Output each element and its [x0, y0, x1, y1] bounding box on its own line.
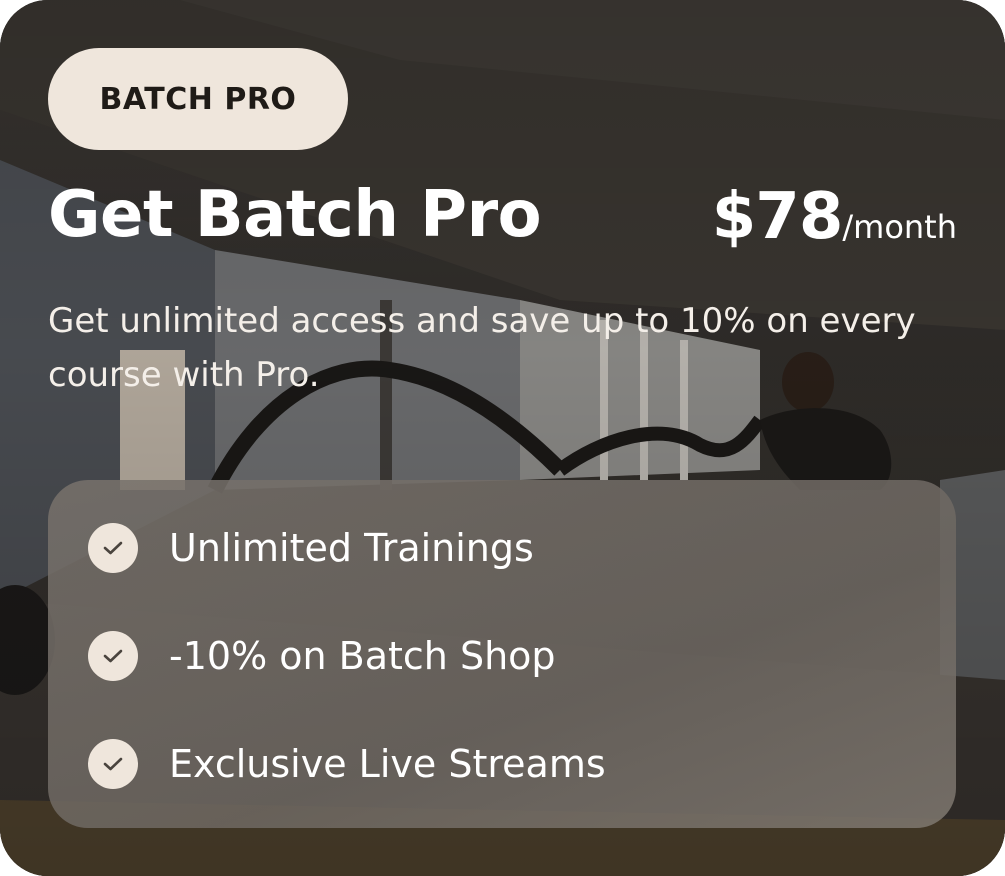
check-icon: [88, 523, 138, 573]
feature-label: -10% on Batch Shop: [169, 634, 556, 678]
check-icon: [88, 631, 138, 681]
feature-item-unlimited-trainings: Unlimited Trainings: [88, 522, 534, 574]
plan-description: Get unlimited access and save up to 10% …: [48, 301, 916, 395]
plan-badge: BATCH PRO: [48, 48, 348, 150]
pro-plan-card[interactable]: BATCH PRO Get Batch Pro $78 /month Get u…: [0, 0, 1005, 876]
feature-item-shop-discount: -10% on Batch Shop: [88, 630, 556, 682]
feature-item-live-streams: Exclusive Live Streams: [88, 738, 606, 790]
price-period: /month: [842, 208, 957, 246]
plan-title: Get Batch Pro: [48, 178, 542, 252]
plan-badge-label: BATCH PRO: [99, 81, 297, 117]
check-icon: [88, 739, 138, 789]
feature-label: Exclusive Live Streams: [169, 742, 606, 786]
price-amount: $78: [711, 180, 844, 254]
features-panel: Unlimited Trainings -10% on Batch Shop E…: [48, 480, 956, 828]
plan-price: $78 /month: [712, 180, 957, 254]
feature-label: Unlimited Trainings: [169, 526, 534, 570]
